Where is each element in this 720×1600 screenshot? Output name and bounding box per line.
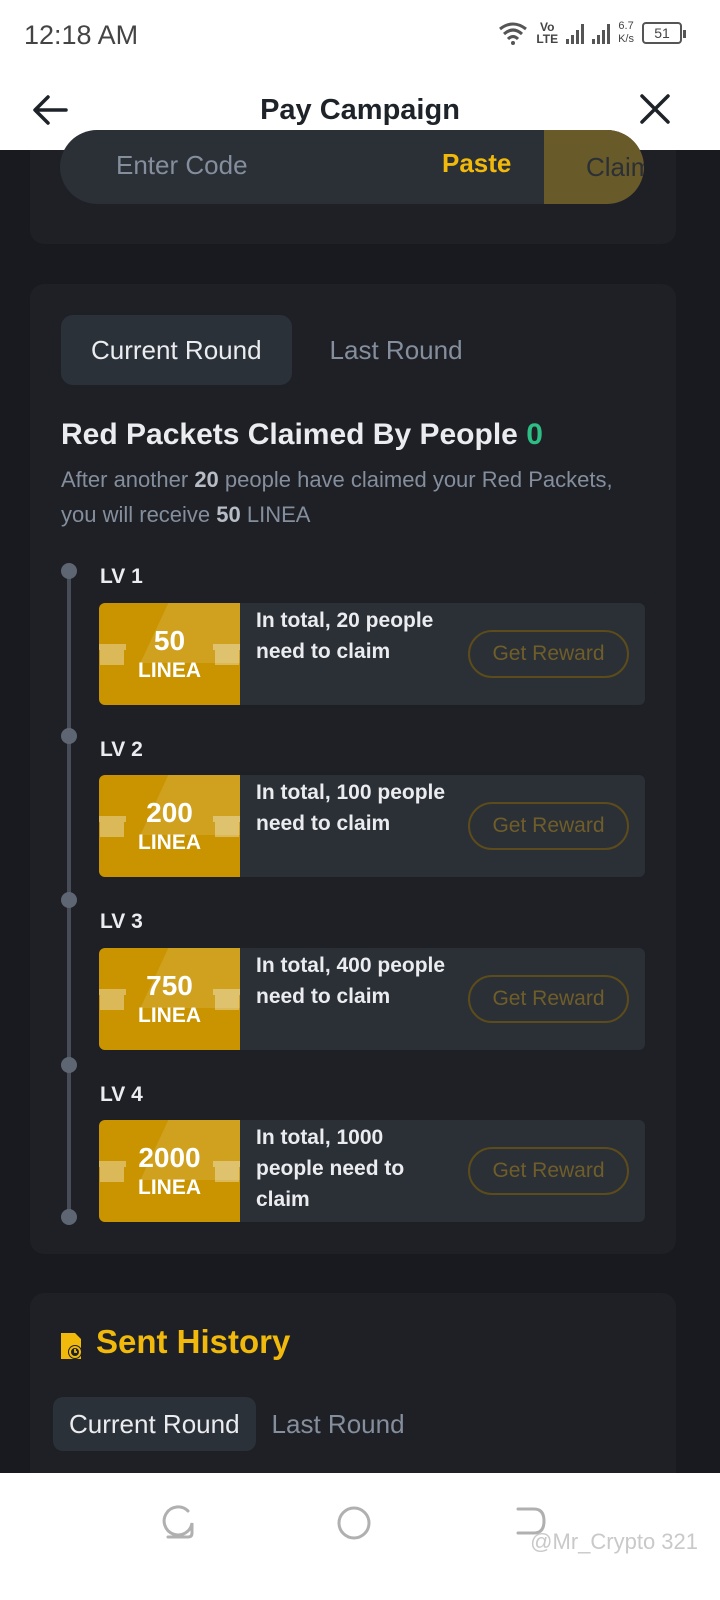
home-icon[interactable]	[334, 1503, 374, 1543]
reward-amount: 200	[146, 797, 193, 828]
paste-button[interactable]: Paste	[442, 148, 511, 179]
claim-button[interactable]: Claim	[544, 130, 644, 204]
recent-apps-icon[interactable]	[158, 1503, 198, 1543]
page-title: Pay Campaign	[260, 94, 460, 126]
desc-people: 20	[194, 467, 219, 492]
volte-bottom: LTE	[536, 32, 559, 46]
reward-badge: 50 LINEA	[99, 603, 240, 705]
level-requirement: In total, 400 people need to claim	[256, 954, 446, 1008]
code-entry-card: Enter Code Paste Claim	[30, 130, 676, 244]
get-reward-button[interactable]: Get Reward	[468, 630, 629, 678]
level-label: LV 3	[100, 910, 143, 933]
reward-unit: LINEA	[138, 1004, 201, 1027]
reward-badge: 2000 LINEA	[99, 1120, 240, 1222]
level-row-2: 200 LINEA In total, 100 people need to c…	[99, 775, 645, 877]
level-label: LV 4	[100, 1083, 143, 1106]
level-row-3: 750 LINEA In total, 400 people need to c…	[99, 948, 645, 1050]
red-packet-card: Current Round Last Round Red Packets Cla…	[30, 284, 676, 1254]
timeline-dot	[61, 1057, 77, 1073]
reward-unit: LINEA	[138, 659, 201, 682]
tab-last-round[interactable]: Last Round	[330, 315, 463, 385]
watermark: @Mr_Crypto 321	[530, 1529, 698, 1554]
net-speed-value: 6.7	[618, 20, 634, 32]
close-icon	[640, 94, 670, 124]
level-label: LV 2	[100, 738, 143, 761]
red-packets-count: 0	[526, 418, 543, 451]
net-speed-unit: K/s	[618, 33, 634, 45]
reward-amount: 50	[153, 625, 186, 656]
close-button[interactable]	[638, 92, 672, 126]
signal-icon-2	[592, 22, 611, 44]
get-reward-button[interactable]: Get Reward	[468, 802, 629, 850]
level-requirement: In total, 20 people need to claim	[256, 609, 434, 663]
code-entry-row: Enter Code Paste Claim	[60, 130, 644, 204]
level-label: LV 1	[100, 565, 143, 588]
history-tab-current-round[interactable]: Current Round	[53, 1397, 256, 1451]
timeline-dot	[61, 892, 77, 908]
net-speed: 6.7 K/s	[618, 20, 634, 46]
round-tabs: Current Round Last Round	[61, 315, 463, 385]
status-time: 12:18 AM	[24, 20, 139, 50]
desc-post: LINEA	[240, 502, 311, 527]
timeline-dot	[61, 563, 77, 579]
tab-current-round[interactable]: Current Round	[61, 315, 292, 385]
signal-icon	[566, 22, 585, 44]
wifi-icon	[499, 22, 528, 45]
get-reward-button[interactable]: Get Reward	[468, 975, 629, 1023]
red-packets-description: After another 20 people have claimed you…	[61, 462, 621, 532]
timeline-dot	[61, 1209, 77, 1225]
level-row-4: 2000 LINEA In total, 1000 people need to…	[99, 1120, 645, 1222]
status-icons: Vo LTE 6.7 K/s 51	[498, 20, 686, 46]
reward-unit: LINEA	[138, 1176, 201, 1199]
battery-icon: 51	[642, 22, 686, 44]
battery-level: 51	[654, 25, 670, 41]
reward-amount: 750	[146, 970, 193, 1001]
code-input[interactable]: Enter Code	[116, 150, 248, 181]
reward-badge: 200 LINEA	[99, 775, 240, 877]
level-row-1: 50 LINEA In total, 20 people need to cla…	[99, 603, 645, 705]
sent-history-title: Sent History	[96, 1323, 291, 1360]
desc-amount: 50	[216, 502, 241, 527]
timeline-dot	[61, 728, 77, 744]
get-reward-button[interactable]: Get Reward	[468, 1147, 629, 1195]
level-requirement: In total, 100 people need to claim	[256, 781, 446, 835]
level-requirement: In total, 1000 people need to claim	[256, 1126, 405, 1211]
system-nav-bar: @Mr_Crypto 321	[0, 1473, 720, 1600]
volte-indicator: Vo LTE	[536, 21, 558, 45]
reward-unit: LINEA	[138, 831, 201, 854]
red-packets-title: Red Packets Claimed By People 0	[61, 418, 543, 452]
status-bar: 12:18 AM Vo LTE 6.7 K/s 51	[0, 0, 720, 72]
history-tab-last-round[interactable]: Last Round	[272, 1397, 405, 1451]
reward-badge: 750 LINEA	[99, 948, 240, 1050]
history-tabs: Current Round Last Round	[53, 1397, 405, 1451]
history-icon	[61, 1333, 82, 1359]
reward-amount: 2000	[138, 1142, 201, 1173]
red-packets-title-text: Red Packets Claimed By People	[61, 418, 518, 451]
desc-pre: After another	[61, 467, 195, 492]
